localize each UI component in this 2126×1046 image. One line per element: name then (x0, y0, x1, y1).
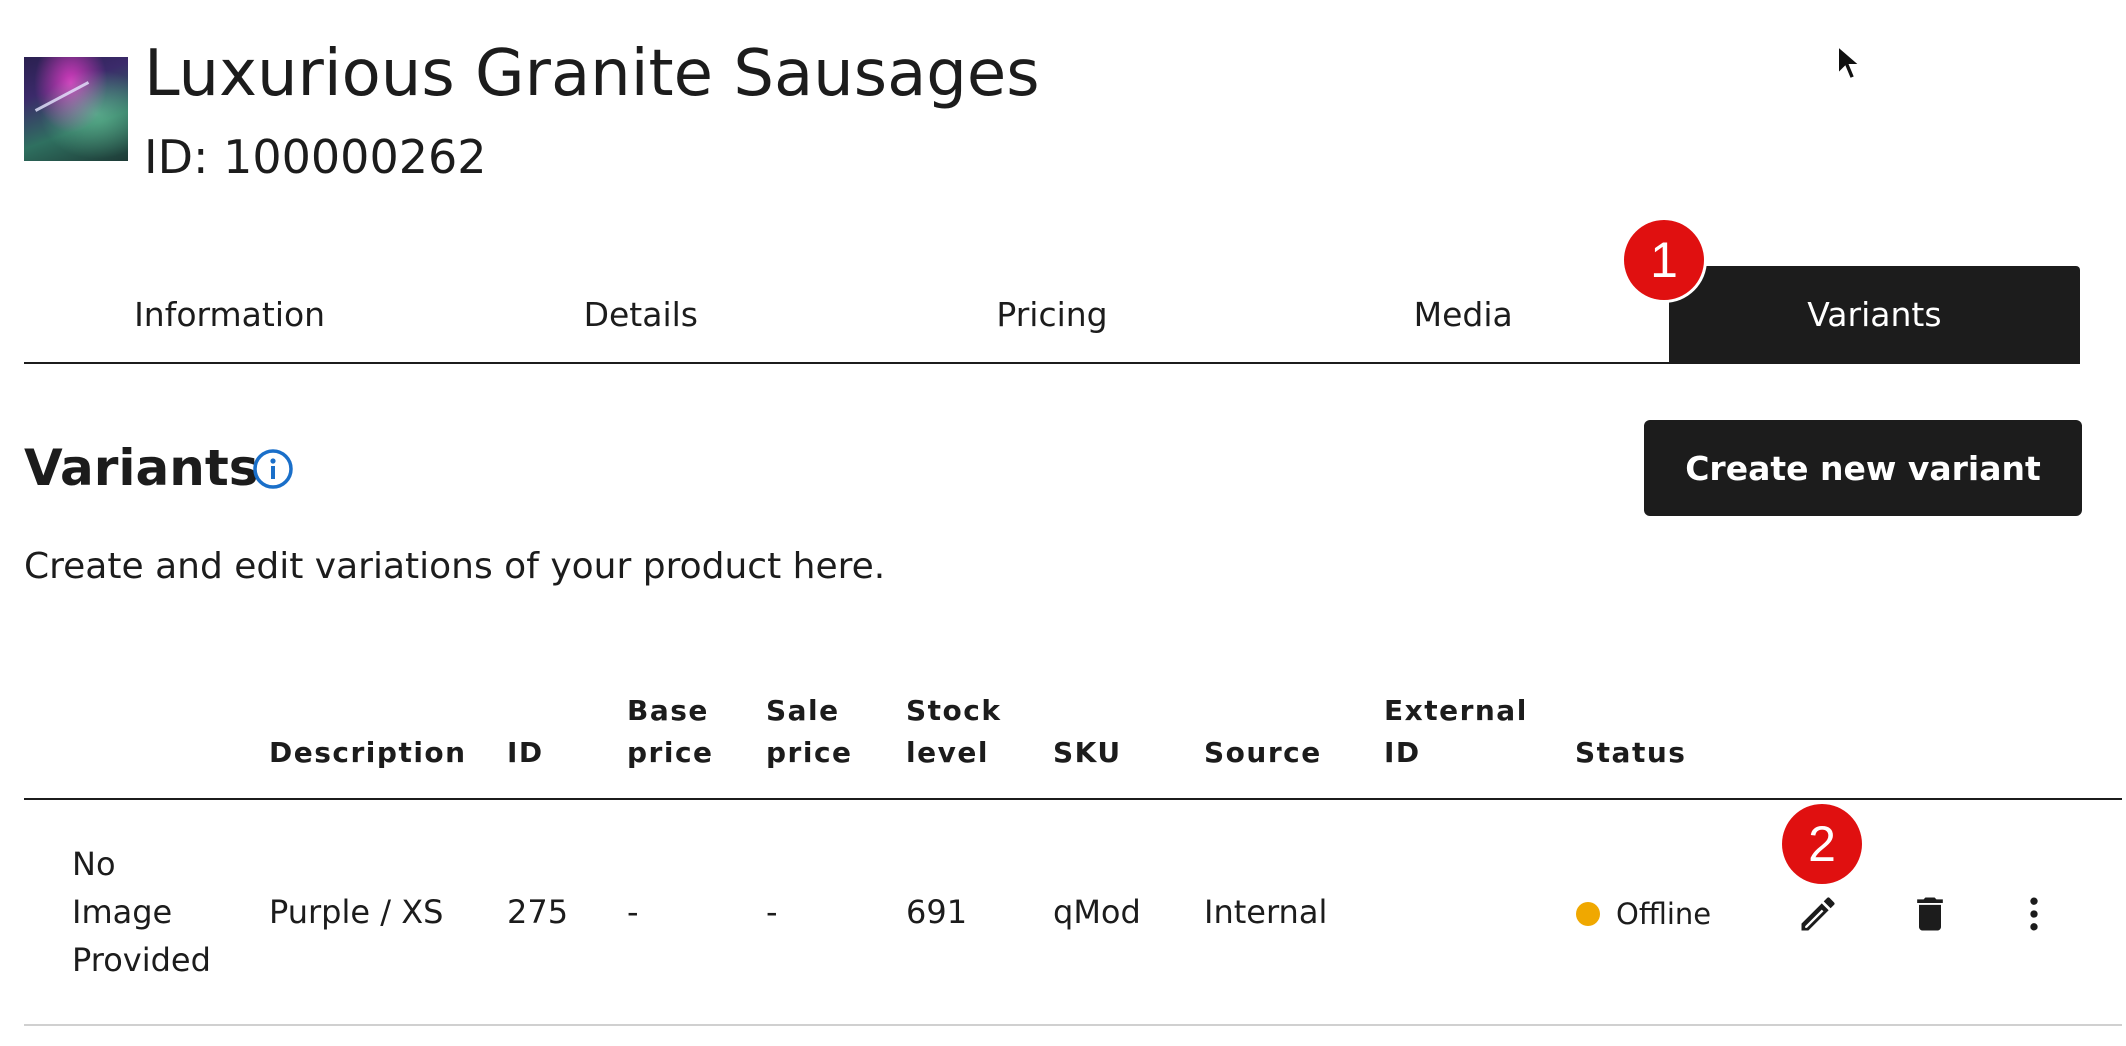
cell-base-price: - (627, 893, 639, 931)
table-header: Description ID Base price Sale price Stock… (24, 680, 2122, 800)
column-header-stock-level: Stock level (906, 694, 1002, 769)
section-title: Variants (24, 439, 259, 497)
cell-stock-level: 691 (906, 893, 968, 931)
product-thumbnail (24, 57, 128, 161)
trash-icon (1917, 897, 1943, 931)
cell-sale-price: - (766, 893, 778, 931)
tab-information[interactable]: Information (24, 266, 435, 362)
tab-bar: Information Details Pricing Media Varian… (24, 266, 2081, 364)
info-icon[interactable] (252, 448, 294, 490)
section-subtitle: Create and edit variations of your produ… (24, 546, 886, 587)
tab-variants[interactable]: Variants (1668, 266, 2081, 362)
status-dot (1576, 902, 1600, 926)
column-header-base-price: Base price (627, 694, 714, 769)
tab-pricing[interactable]: Pricing (846, 266, 1257, 362)
no-image-placeholder: No Image Provided (72, 845, 211, 979)
create-new-variant-button[interactable]: Create new variant (1644, 420, 2082, 516)
cell-source: Internal (1204, 893, 1328, 931)
cell-id: 275 (507, 893, 569, 931)
product-id: ID: 100000262 (144, 130, 487, 184)
product-title: Luxurious Granite Sausages (144, 37, 1040, 111)
column-header-external-id: External ID (1384, 694, 1528, 769)
more-vertical-icon (2030, 897, 2038, 931)
edit-variant-button[interactable] (1794, 890, 1842, 938)
cell-sku: qMod (1053, 893, 1141, 931)
tab-media[interactable]: Media (1258, 266, 1669, 362)
column-header-sku: SKU (1053, 736, 1122, 769)
column-header-status: Status (1575, 736, 1687, 769)
pencil-icon (1801, 897, 1835, 931)
mouse-cursor-icon (1837, 44, 1863, 81)
annotation-badge-2: 2 (1782, 804, 1862, 884)
cell-status: Offline (1616, 897, 1712, 931)
column-header-source: Source (1204, 736, 1322, 769)
column-header-description: Description (269, 736, 467, 769)
tab-details[interactable]: Details (435, 266, 846, 362)
column-header-id: ID (507, 736, 544, 769)
more-options-button[interactable] (2010, 890, 2058, 938)
column-header-sale-price: Sale price (766, 694, 853, 769)
delete-variant-button[interactable] (1906, 890, 1954, 938)
annotation-badge-1: 1 (1624, 220, 1704, 300)
cell-description: Purple / XS (269, 893, 444, 931)
